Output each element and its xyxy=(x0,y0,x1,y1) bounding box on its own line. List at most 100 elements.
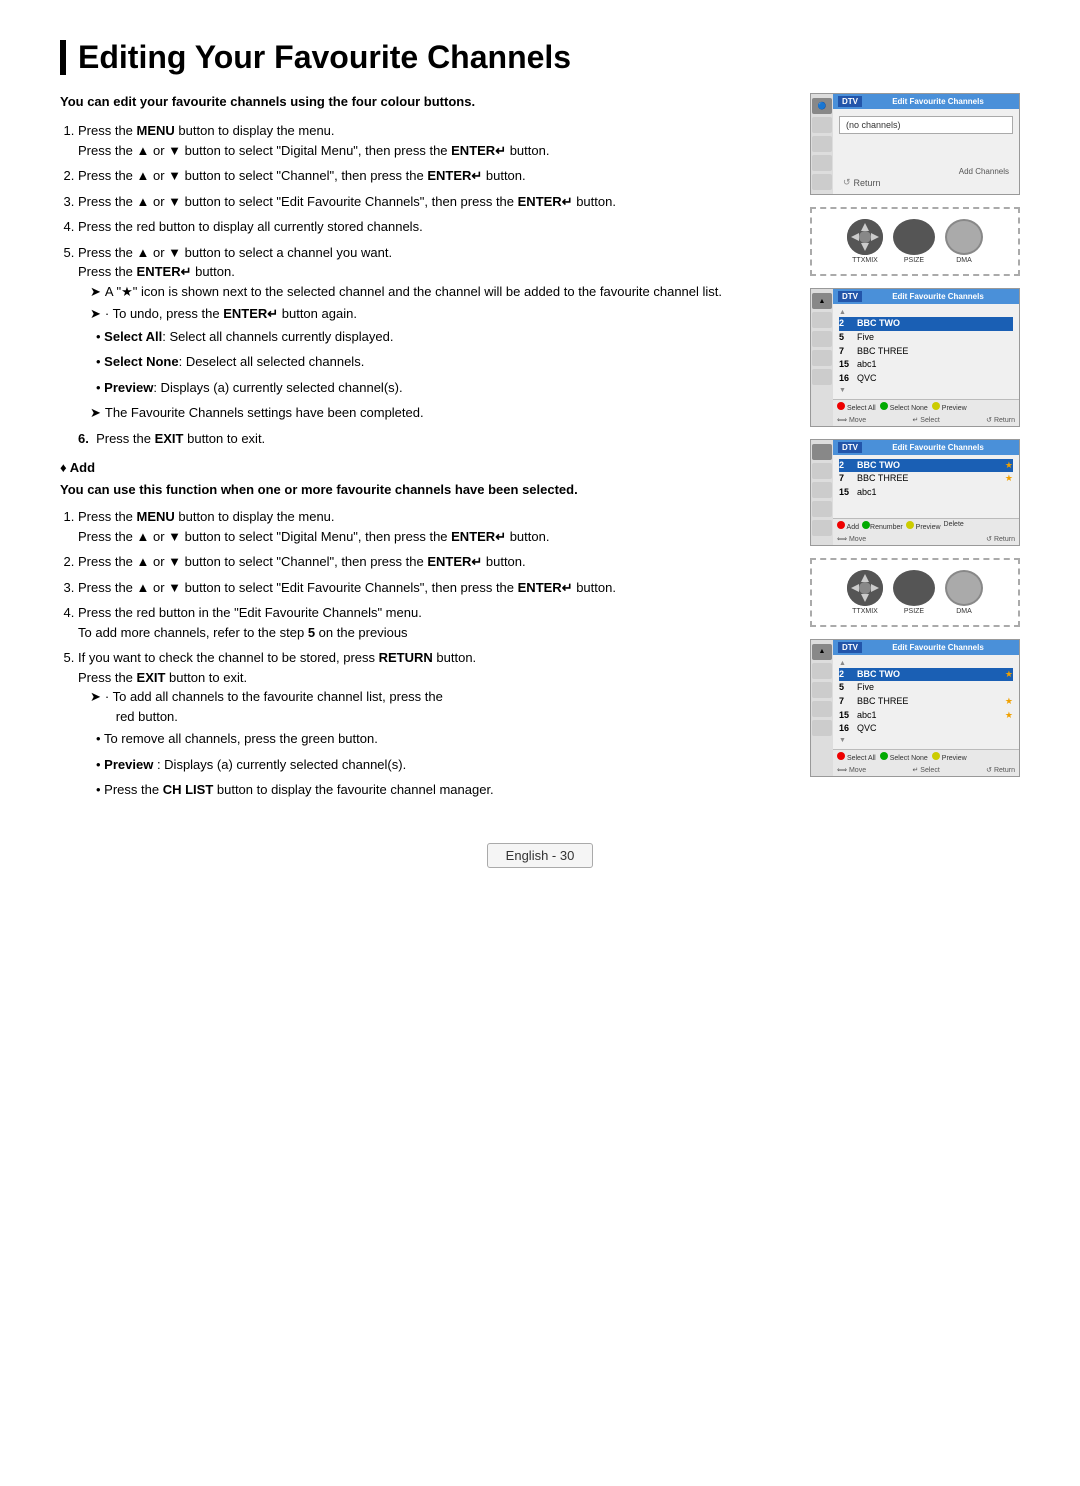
tv-icon-4d xyxy=(812,501,832,517)
step-6: 6. Press the EXIT button to exit. xyxy=(78,431,786,446)
tv-panel-3: ▲ DTV Edit Favourite Channels ▲ xyxy=(810,288,1020,426)
panel-title-1: Edit Favourite Channels xyxy=(862,97,1014,106)
tv-icon-6a: ▲ xyxy=(812,644,832,660)
steps-list-2: Press the MENU button to display the men… xyxy=(78,507,786,800)
remote-box-2: TTXMIX PSIZE DMA xyxy=(810,558,1020,627)
tv-icon-6b xyxy=(812,663,832,679)
chevron-2: ➤ · To undo, press the ENTER↵ button aga… xyxy=(90,304,786,324)
bullet-2: Select None: Deselect all selected chann… xyxy=(96,352,786,372)
chevron-1: ➤ A "★" icon is shown next to the select… xyxy=(90,282,786,302)
add-step-5: If you want to check the channel to be s… xyxy=(78,648,786,800)
tv-icon-4 xyxy=(812,155,832,171)
panel-title-3: Edit Favourite Channels xyxy=(862,292,1014,301)
tv-icon-4e xyxy=(812,520,832,536)
page-number: English - 30 xyxy=(487,843,594,868)
dtv-label-4: DTV xyxy=(838,442,862,453)
add-section: ♦ Add You can use this function when one… xyxy=(60,460,786,800)
ch4-bbc2: 2BBC TWO★ xyxy=(839,459,1013,473)
remote-box-1: TTXMIX PSIZE DMA xyxy=(810,207,1020,276)
tv-icon-3b xyxy=(812,312,832,328)
remote-label-dma2: DMA xyxy=(956,608,972,615)
ch4-bbc3: 7BBC THREE★ xyxy=(839,472,1013,486)
dtv-label-3: DTV xyxy=(838,291,862,302)
page-title: Editing Your Favourite Channels xyxy=(60,40,1020,75)
no-channels: (no channels) xyxy=(839,116,1013,134)
panel-3-footer: Select All Select None Preview xyxy=(833,399,1019,414)
add-step-2: Press the ▲ or ▼ button to select "Chann… xyxy=(78,552,786,572)
ch6-five: 5Five xyxy=(839,681,1013,695)
panel-3-nav: ⟺ Move↵ Select↺ Return xyxy=(833,414,1019,426)
tv-icon-3e xyxy=(812,369,832,385)
step-4: Press the red button to display all curr… xyxy=(78,217,786,237)
step-5: Press the ▲ or ▼ button to select a chan… xyxy=(78,243,786,423)
tv-panel-4: DTV Edit Favourite Channels 2BBC TWO★ 7B… xyxy=(810,439,1020,546)
intro-paragraph: You can edit your favourite channels usi… xyxy=(60,93,786,111)
tv-panel-1: 🔵 DTV Edit Favourite Channels (no channe… xyxy=(810,93,1020,195)
panel-4-footer: Add Renumber Preview Delete xyxy=(833,518,1019,533)
add-bullet-2: Preview : Displays (a) currently selecte… xyxy=(96,755,786,775)
remote-label-ttxmix: TTXMIX xyxy=(852,257,878,264)
channel-row-bbc3: 7BBC THREE xyxy=(839,345,1013,359)
remote-label-dma: DMA xyxy=(956,257,972,264)
remote-group-psize: PSIZE xyxy=(893,219,935,264)
tv-icon-6c xyxy=(812,682,832,698)
add-bullet-list: To remove all channels, press the green … xyxy=(96,729,786,800)
tv-icon-2 xyxy=(812,117,832,133)
channel-row-qvc: 16QVC xyxy=(839,372,1013,386)
tv-icon-6e xyxy=(812,720,832,736)
ch6-bbc2: 2BBC TWO★ xyxy=(839,668,1013,682)
ch6-bbc3: 7BBC THREE★ xyxy=(839,695,1013,709)
channel-row-abc1: 15abc1 xyxy=(839,358,1013,372)
add-title: ♦ Add xyxy=(60,460,786,475)
channel-row-bbc2: 2BBC TWO xyxy=(839,317,1013,331)
tv-icon-3 xyxy=(812,136,832,152)
remote-group-dma: DMA xyxy=(945,219,983,264)
return-label-1: ↺ Return xyxy=(839,176,1013,189)
ch6-abc1: 15abc1★ xyxy=(839,709,1013,723)
add-step-1: Press the MENU button to display the men… xyxy=(78,507,786,546)
d-pad-2 xyxy=(847,570,883,606)
ch6-qvc: 16QVC xyxy=(839,722,1013,736)
remote-label-psize: PSIZE xyxy=(904,257,924,264)
remote-group-psize2: PSIZE xyxy=(893,570,935,615)
remote-group-dpad: TTXMIX xyxy=(847,219,883,264)
tv-icon-1: 🔵 xyxy=(812,98,832,114)
add-step-3: Press the ▲ or ▼ button to select "Edit … xyxy=(78,578,786,598)
add-bullet-1: To remove all channels, press the green … xyxy=(96,729,786,749)
remote-label-psize2: PSIZE xyxy=(904,608,924,615)
panel-title-4: Edit Favourite Channels xyxy=(862,443,1014,452)
bullet-list-1: Select All: Select all channels currentl… xyxy=(96,327,786,398)
remote-group-dma2: DMA xyxy=(945,570,983,615)
channel-row-five: 5Five xyxy=(839,331,1013,345)
tv-icon-4b xyxy=(812,463,832,479)
steps-list-1: Press the MENU button to display the men… xyxy=(78,121,786,423)
d-pad xyxy=(847,219,883,255)
add-desc: You can use this function when one or mo… xyxy=(60,481,786,499)
add-step-4: Press the red button in the "Edit Favour… xyxy=(78,603,786,642)
tv-icon-6d xyxy=(812,701,832,717)
bullet-3: Preview: Displays (a) currently selected… xyxy=(96,378,786,398)
left-column: You can edit your favourite channels usi… xyxy=(60,93,786,807)
step-3: Press the ▲ or ▼ button to select "Edit … xyxy=(78,192,786,212)
page-container: Editing Your Favourite Channels You can … xyxy=(60,40,1020,863)
add-bullet-3: Press the CH LIST button to display the … xyxy=(96,780,786,800)
tv-icon-4a xyxy=(812,444,832,460)
dtv-label-6: DTV xyxy=(838,642,862,653)
step-2: Press the ▲ or ▼ button to select "Chann… xyxy=(78,166,786,186)
tv-panel-6: ▲ DTV Edit Favourite Channels ▲ xyxy=(810,639,1020,777)
ch4-abc1: 15abc1 xyxy=(839,486,1013,500)
right-column: 🔵 DTV Edit Favourite Channels (no channe… xyxy=(810,93,1020,779)
dtv-label-1: DTV xyxy=(838,96,862,107)
footer: English - 30 xyxy=(60,848,1020,863)
panel-6-footer: Select All Select None Preview xyxy=(833,749,1019,764)
panel-4-nav: ⟺ Move↺ Return xyxy=(833,533,1019,545)
panel-6-nav: ⟺ Move↵ Select↺ Return xyxy=(833,764,1019,776)
tv-icon-3d xyxy=(812,350,832,366)
panel-title-6: Edit Favourite Channels xyxy=(862,643,1014,652)
add-channels-label: Add Channels xyxy=(839,167,1013,176)
tv-icon-4c xyxy=(812,482,832,498)
remote-group-dpad2: TTXMIX xyxy=(847,570,883,615)
remote-label-ttxmix2: TTXMIX xyxy=(852,608,878,615)
add-chevron-1: ➤ · To add all channels to the favourite… xyxy=(90,687,786,726)
step-1: Press the MENU button to display the men… xyxy=(78,121,786,160)
